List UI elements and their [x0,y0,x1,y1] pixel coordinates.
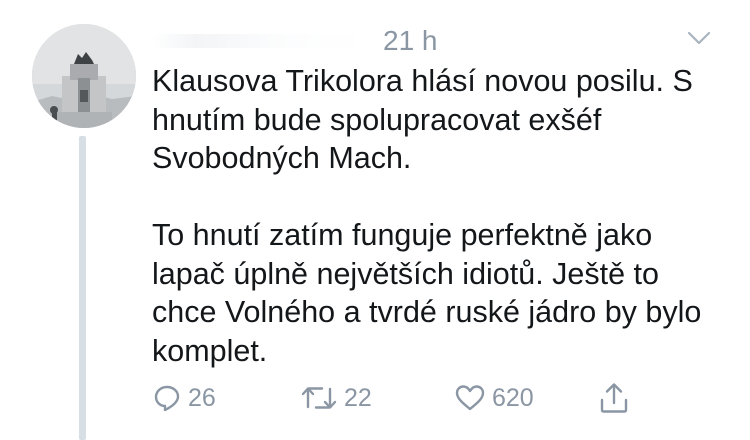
avatar-image [32,24,136,128]
reply-button[interactable]: 26 [152,378,216,418]
avatar[interactable] [32,24,136,128]
tweet-text: Klausova Trikolora hlásí novou posilu. S… [152,64,702,368]
tweet-header: 21 h [152,22,712,56]
retweet-button[interactable]: 22 [300,378,372,418]
heart-icon [455,385,485,411]
like-count: 620 [492,383,534,412]
thread-line [79,136,86,440]
like-button[interactable]: 620 [454,378,534,418]
reply-count: 26 [188,383,216,412]
retweet-count: 22 [344,383,372,412]
retweet-icon [301,387,337,409]
share-button[interactable] [598,378,630,418]
share-icon [600,383,628,413]
tweet-timestamp[interactable]: 21 h [383,25,438,57]
reply-icon [154,385,180,412]
blurred-author-name[interactable] [152,34,367,48]
tweet-actions: 26 22 620 [152,378,652,418]
chevron-down-icon[interactable] [686,28,712,48]
